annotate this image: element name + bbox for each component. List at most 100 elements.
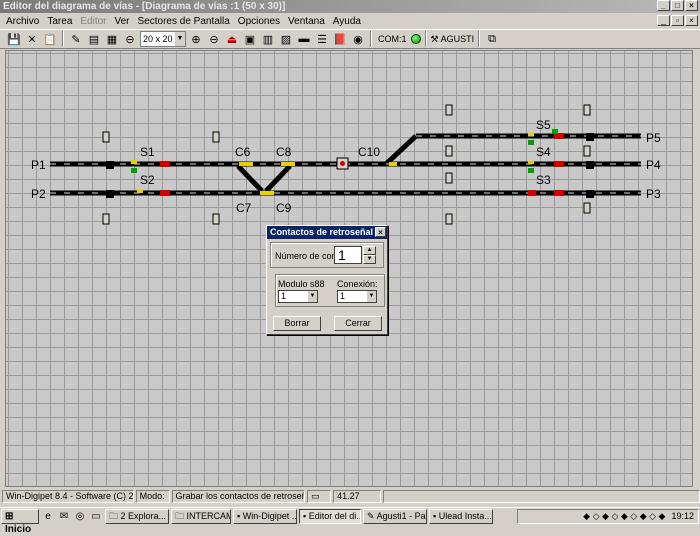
mdi-close-button[interactable]: × xyxy=(685,15,698,26)
numero-spinner[interactable]: ▲ ▼ xyxy=(363,246,376,264)
label-s4: S4 xyxy=(536,145,551,159)
borrar-button[interactable]: Borrar xyxy=(273,316,321,331)
block-icon[interactable]: ▦ xyxy=(104,31,120,47)
chevron-down-icon: ▼ xyxy=(175,32,185,46)
window-title: Editor del diagrama de vías - [Diagrama … xyxy=(3,1,286,12)
modulo-label: Modulo s88 xyxy=(278,279,325,289)
cerrar-button[interactable]: Cerrar xyxy=(334,316,382,331)
bar-icon[interactable]: ▬ xyxy=(296,31,312,47)
task-ulead[interactable]: ▪ Ulead Insta... xyxy=(429,509,493,524)
status-icon: ▭ xyxy=(307,490,332,503)
status-bar: Win-Digipet 8.4 - Software (C) 2003 Modo… xyxy=(0,489,700,504)
label-s3: S3 xyxy=(536,173,551,187)
label-c10: C10 xyxy=(358,145,381,159)
menu-ver[interactable]: Ver xyxy=(111,16,134,27)
app-icon: ▪ xyxy=(433,511,437,521)
chevron-down-icon: ▼ xyxy=(367,291,376,302)
app-icon: ▪ xyxy=(237,511,241,521)
task-editor[interactable]: ▪ Editor del di... xyxy=(299,509,361,524)
list-icon[interactable]: ☰ xyxy=(314,31,330,47)
toolbar: 💾 ✕ 📋 ✎ ▤ ▦ ⊖ 20 x 20 ▼ ⊕ ⊖ ⏏ ▣ ▥ ▨ ▬ ☰ … xyxy=(0,29,700,49)
label-p1: P1 xyxy=(31,158,46,172)
task-windigipet[interactable]: ▪ Win-Digipet ... xyxy=(233,509,297,524)
cut-icon[interactable]: ✕ xyxy=(24,31,40,47)
label-s2: S2 xyxy=(140,173,155,187)
menu-opciones[interactable]: Opciones xyxy=(234,16,284,27)
label-p3: P3 xyxy=(646,187,661,201)
route-icon[interactable]: ▥ xyxy=(260,31,276,47)
save-icon[interactable]: 💾 xyxy=(6,31,22,47)
track-icon[interactable]: ⊖ xyxy=(122,31,138,47)
task-explorer[interactable]: 🗀 2 Explora... xyxy=(105,509,169,524)
task-intercamb[interactable]: 🗀 INTERCAMB... xyxy=(171,509,231,524)
spin-down-icon[interactable]: ▼ xyxy=(363,255,376,264)
paint-icon: ✎ xyxy=(367,511,375,521)
window-icon[interactable]: ⧉ xyxy=(484,31,500,47)
modulo-select[interactable]: 1 ▼ xyxy=(278,290,318,303)
menu-bar: Archivo Tarea Editor Ver Sectores de Pan… xyxy=(0,13,700,29)
zoom-out-icon[interactable]: ⊖ xyxy=(206,31,222,47)
task-paint[interactable]: ✎ Agusti1 - Paint xyxy=(363,509,427,524)
mdi-minimize-button[interactable]: _ xyxy=(657,15,670,26)
window-title-bar[interactable]: Editor del diagrama de vías - [Diagrama … xyxy=(0,0,700,13)
status-empty xyxy=(382,490,700,503)
label-p5: P5 xyxy=(646,131,661,145)
tray-icons: ◆ ◇ ◆ ◇ ◆ ◇ ◆ ◇ ◆ xyxy=(583,511,666,521)
dialog-title: Contactos de retroseñal xyxy=(270,227,374,237)
menu-sectores[interactable]: Sectores de Pantalla xyxy=(134,16,234,27)
conexion-select[interactable]: 1 ▼ xyxy=(337,290,377,303)
com-port-label: COM:1 xyxy=(378,34,407,44)
zoom-select[interactable]: 20 x 20 ▼ xyxy=(140,31,186,47)
book-icon[interactable]: 📕 xyxy=(332,31,348,47)
spin-up-icon[interactable]: ▲ xyxy=(363,246,376,255)
label-p4: P4 xyxy=(646,158,661,172)
locomotive-icon[interactable]: ⏏ xyxy=(224,31,240,47)
app-icon: ▪ xyxy=(303,511,307,521)
label-c7: C7 xyxy=(236,201,252,215)
menu-ayuda[interactable]: Ayuda xyxy=(329,16,365,27)
contact-icon[interactable]: ▨ xyxy=(278,31,294,47)
grid-icon[interactable]: ▣ xyxy=(242,31,258,47)
connection-status-icon xyxy=(410,34,421,44)
label-c8: C8 xyxy=(276,145,292,159)
label-c9: C9 xyxy=(276,201,292,215)
menu-tarea[interactable]: Tarea xyxy=(43,16,76,27)
maximize-button[interactable]: □ xyxy=(671,0,684,11)
zoom-in-icon[interactable]: ⊕ xyxy=(188,31,204,47)
tools-icon: ⚒ xyxy=(430,33,439,44)
menu-editor[interactable]: Editor xyxy=(76,16,110,27)
dialog-title-bar[interactable]: Contactos de retroseñal × xyxy=(267,226,387,239)
desktop-icon[interactable]: ▭ xyxy=(89,510,103,524)
label-s1: S1 xyxy=(140,145,155,159)
clock[interactable]: 19:12 xyxy=(671,511,694,521)
menu-archivo[interactable]: Archivo xyxy=(2,16,43,27)
folder-icon: 🗀 xyxy=(175,511,185,521)
signal-icon[interactable]: ▤ xyxy=(86,31,102,47)
close-button[interactable]: × xyxy=(685,0,698,11)
minimize-button[interactable]: _ xyxy=(657,0,670,11)
conexion-label: Conexión: xyxy=(337,279,378,289)
taskbar: ⊞ Inicio e ✉ ◎ ▭ 🗀 2 Explora... 🗀 INTERC… xyxy=(0,507,700,535)
start-button[interactable]: ⊞ Inicio xyxy=(1,509,39,535)
mail-icon[interactable]: ✉ xyxy=(57,510,71,524)
windows-icon: ⊞ xyxy=(5,511,14,522)
media-icon[interactable]: ◎ xyxy=(73,510,87,524)
menu-ventana[interactable]: Ventana xyxy=(284,16,329,27)
folder-icon: 🗀 xyxy=(109,511,119,521)
status-coords: 41.27 xyxy=(333,490,381,503)
label-c6: C6 xyxy=(235,145,251,159)
mdi-restore-button[interactable]: ▫ xyxy=(671,15,684,26)
label-s5: S5 xyxy=(536,118,551,132)
user-label[interactable]: ⚒ AGUSTI xyxy=(431,34,475,45)
chevron-down-icon: ▼ xyxy=(308,291,317,302)
contactos-dialog: Contactos de retroseñal × Número de cont… xyxy=(266,225,388,335)
dialog-close-button[interactable]: × xyxy=(375,227,386,237)
edit-icon[interactable]: ✎ xyxy=(68,31,84,47)
status-modo-value: Grabar los contactos de retroseñal xyxy=(171,490,306,503)
numero-input[interactable]: 1 xyxy=(334,246,362,264)
status-app: Win-Digipet 8.4 - Software (C) 2003 xyxy=(2,490,134,503)
globe-icon[interactable]: ◉ xyxy=(350,31,366,47)
ie-icon[interactable]: e xyxy=(41,510,55,524)
system-tray: ◆ ◇ ◆ ◇ ◆ ◇ ◆ ◇ ◆ 19:12 xyxy=(517,509,699,524)
paste-icon[interactable]: 📋 xyxy=(42,31,58,47)
